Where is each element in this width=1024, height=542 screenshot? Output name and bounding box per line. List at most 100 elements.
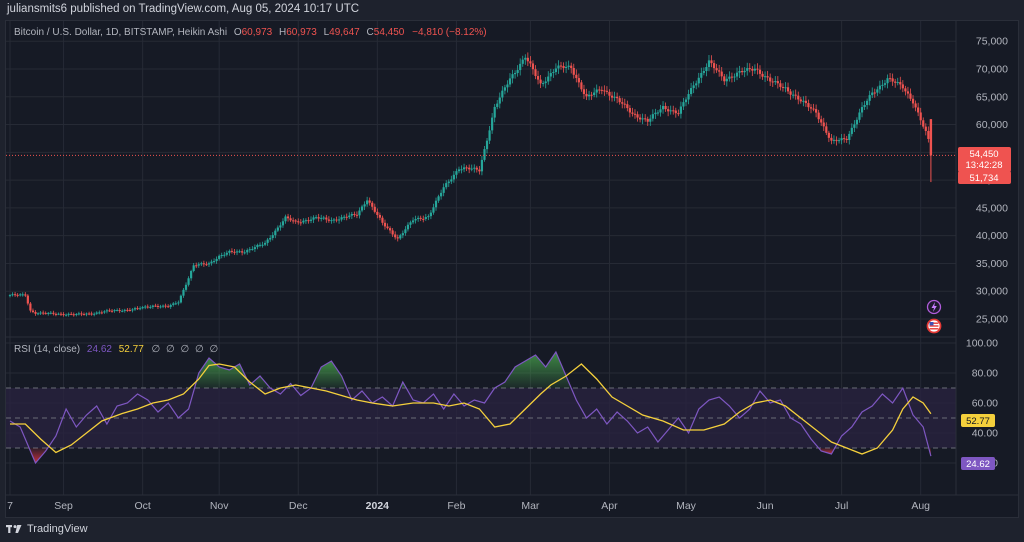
candle	[121, 309, 124, 313]
rsi-axis[interactable]: 100.0080.0060.0040.0020.00	[966, 338, 998, 470]
candle-body	[876, 89, 879, 93]
candle	[62, 312, 65, 317]
rsi-tag-value: 24.62	[966, 459, 990, 470]
candle	[904, 85, 907, 96]
candle-body	[677, 113, 680, 115]
candle-body	[570, 65, 573, 68]
candle-body	[184, 284, 188, 290]
candle	[457, 166, 461, 174]
candle	[557, 60, 560, 74]
candle-body	[93, 313, 96, 315]
candle	[21, 292, 24, 297]
candle-body	[483, 149, 486, 160]
candle	[927, 126, 930, 143]
candle-body	[840, 138, 843, 141]
candle	[690, 82, 693, 97]
candle-body	[363, 204, 366, 207]
candle	[636, 111, 639, 122]
candle	[442, 183, 445, 197]
candle-body	[350, 214, 353, 216]
candle	[419, 215, 422, 222]
candle-body	[582, 89, 586, 94]
candle-body	[526, 57, 529, 62]
candle-body	[77, 313, 80, 315]
lightning-icon[interactable]	[926, 299, 942, 315]
time-tick-label: Jul	[835, 500, 848, 512]
candle-body	[286, 216, 290, 219]
candle	[335, 216, 338, 223]
candle-body	[258, 244, 262, 246]
candle	[460, 165, 463, 174]
candle-body	[100, 312, 103, 314]
candle	[233, 248, 236, 255]
candle	[651, 109, 654, 122]
candle	[366, 196, 369, 207]
candle-body	[24, 294, 27, 296]
last-price-value: 54,450	[969, 149, 998, 160]
candle	[610, 91, 614, 102]
candle-body	[812, 108, 815, 110]
candle-body	[31, 310, 35, 312]
candle	[888, 72, 892, 83]
candle-body	[695, 83, 698, 86]
candle	[59, 311, 63, 317]
footer-brand: TradingView	[27, 523, 88, 535]
candle-body	[248, 249, 251, 251]
rsi-tag[interactable]: 24.62	[961, 457, 995, 470]
candle-body	[82, 314, 86, 316]
candle	[809, 104, 813, 114]
candle	[570, 62, 573, 74]
candle	[44, 311, 47, 315]
candle-body	[442, 187, 445, 193]
candle	[315, 214, 318, 220]
candle	[751, 66, 754, 77]
candle-body	[794, 94, 797, 96]
candle-body	[179, 295, 183, 303]
candle	[531, 60, 535, 75]
candle	[565, 61, 568, 74]
candle-body	[11, 294, 14, 296]
candle	[493, 103, 496, 123]
time-axis[interactable]: 7 Sep Oct Nov Dec 2024 Feb Mar Apr May Jun Jul Aug	[7, 500, 930, 512]
candle	[718, 64, 721, 77]
candle	[39, 310, 42, 315]
candle-body	[202, 263, 205, 265]
time-tick-label: May	[676, 500, 697, 512]
candle	[164, 303, 167, 309]
chart-canvas[interactable]: 75,00070,00065,00060,00055,00050,00045,0…	[6, 21, 1018, 517]
candle-body	[531, 63, 535, 70]
candle-body	[95, 312, 98, 314]
chart-panel[interactable]: 75,00070,00065,00060,00055,00050,00045,0…	[5, 20, 1019, 518]
candle	[406, 222, 410, 232]
candle	[276, 225, 279, 233]
candle-body	[822, 122, 825, 127]
candle-body	[779, 83, 782, 87]
us-flag-icon[interactable]	[926, 318, 942, 334]
candle-body	[911, 98, 915, 104]
candle	[784, 82, 787, 93]
candle	[238, 249, 241, 254]
candle-body	[830, 137, 833, 141]
rsi-tick-label: 80.00	[972, 368, 998, 380]
candle-body	[261, 244, 264, 246]
last-price-tag[interactable]: 54,450 13:42:28	[958, 147, 1011, 172]
candle	[49, 310, 52, 315]
candle	[559, 61, 563, 70]
candle	[131, 308, 134, 313]
candle-body	[603, 90, 606, 92]
candle	[437, 194, 440, 203]
candle-body	[613, 96, 616, 98]
candle-body	[623, 103, 626, 105]
rsi-ma-tag[interactable]: 52.77	[961, 414, 995, 427]
candle	[774, 76, 777, 85]
candle	[118, 307, 121, 314]
candlestick-series[interactable]	[8, 52, 933, 317]
candle-body	[595, 89, 598, 93]
candle	[590, 91, 593, 100]
candle-body	[388, 228, 392, 231]
candle	[679, 101, 683, 119]
candle	[672, 105, 675, 115]
candle	[113, 309, 116, 313]
candle	[600, 86, 603, 95]
low-price-tag[interactable]: 51,734	[958, 171, 1011, 184]
